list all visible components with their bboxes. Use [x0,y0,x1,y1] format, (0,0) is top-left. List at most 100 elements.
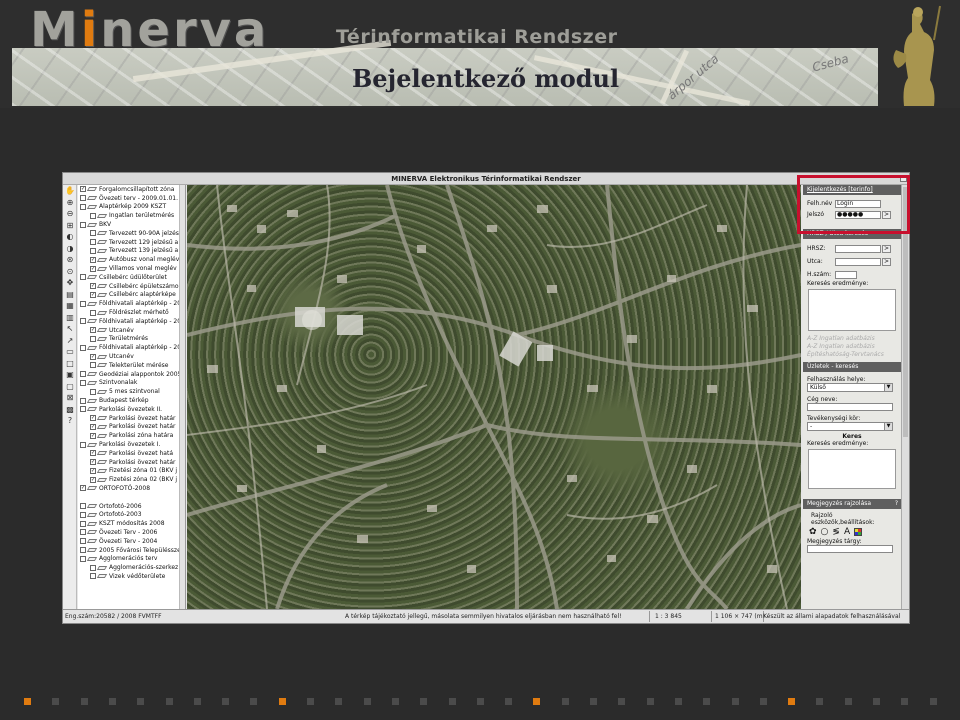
checkbox-icon[interactable] [90,239,96,246]
draw-circle-icon[interactable]: ○ [821,527,829,537]
layer-item[interactable]: Agglomerációs terv [78,554,185,563]
layer-item[interactable]: Budapest térkép [78,396,185,405]
checkbox-checked-icon[interactable]: ✓ [80,485,86,492]
hand-icon[interactable]: ✋ [64,186,76,197]
help-icon[interactable]: ? [64,416,76,427]
layer-item[interactable]: Övezeti Terv - 2004 [78,537,185,546]
layer-item[interactable]: Területmérés [78,335,185,344]
checkbox-icon[interactable] [80,547,86,554]
layer-item[interactable]: ✓ Utcanév [78,326,185,335]
street-search-button[interactable]: > [882,257,891,266]
checkbox-icon[interactable] [80,529,86,536]
select-icon[interactable]: ↖ [64,324,76,335]
shop-results-list[interactable] [808,449,896,489]
layer-item[interactable]: ✓ Parkolási övezet hatá [78,449,185,458]
checkbox-checked-icon[interactable]: ✓ [90,432,96,439]
checkbox-checked-icon[interactable]: ✓ [90,283,96,290]
layer-item[interactable]: ✓ Autóbusz vonal meglév [78,255,185,264]
layer-item[interactable]: Geodéziai alappontok 2005 [78,370,185,379]
checkbox-icon[interactable] [90,362,96,369]
layer-tree-scrollbar[interactable] [179,185,185,609]
layer-item[interactable]: Földhivatali alaptérkép - 20 [78,299,185,308]
checkbox-checked-icon[interactable]: ✓ [90,415,96,422]
buffer-icon[interactable]: □ [64,359,76,370]
draw-line-icon[interactable]: ≶ [832,527,840,537]
faint-link[interactable]: A-Z Ingatlan adatbázis [803,343,901,351]
checkbox-checked-icon[interactable]: ✓ [90,256,96,263]
checkbox-checked-icon[interactable]: ✓ [90,459,96,466]
draw-text-icon[interactable]: A [844,527,850,537]
orthophoto-map[interactable] [187,185,801,609]
hrsz-results-list[interactable] [808,289,896,331]
checkbox-icon[interactable] [90,335,96,342]
clear-icon[interactable]: ⊠ [64,393,76,404]
checkbox-icon[interactable] [90,564,96,571]
hrsz-input[interactable] [835,244,881,253]
layer-item[interactable]: Telekterület mérése [78,361,185,370]
checkbox-checked-icon[interactable]: ✓ [90,291,96,298]
checkbox-icon[interactable] [90,309,96,316]
checkbox-icon[interactable] [80,300,86,307]
checkbox-icon[interactable] [80,195,86,202]
layer-item[interactable]: ✓ Parkolási övezet határ [78,414,185,423]
checkbox-icon[interactable] [80,538,86,545]
checkbox-icon[interactable] [80,555,86,562]
checkbox-icon[interactable] [80,274,86,281]
layer-item[interactable]: Övezeti Terv - 2006 [78,528,185,537]
activity-select[interactable]: - ▼ [807,422,893,431]
layer-item[interactable]: ✓ Csillebérc épületszámo [78,282,185,291]
checkbox-icon[interactable] [80,379,86,386]
shop-search-button[interactable]: Keres [803,431,901,440]
layer-item[interactable]: Agglomerációs-szerkez [78,563,185,572]
zoom-full-icon[interactable]: ⊛ [64,255,76,266]
layer-icon[interactable]: ▢ [64,382,76,393]
measure-icon[interactable]: ▤ [64,290,76,301]
layer-item[interactable]: Földhivatali alaptérkép - 20 [78,343,185,352]
checkbox-checked-icon[interactable]: ✓ [90,327,96,334]
zoom-prev-icon[interactable]: ◐ [64,232,76,243]
select-area-icon[interactable]: ↗ [64,336,76,347]
layer-item[interactable]: Parkolási övezetek I. [78,440,185,449]
checkbox-icon[interactable] [80,221,86,228]
layer-item[interactable]: Ortofotó-2003 [78,510,185,519]
info-icon[interactable]: ▦ [64,301,76,312]
checkbox-icon[interactable] [80,397,86,404]
layer-item[interactable]: ✓ ORTOFOTÓ-2008 [78,484,185,493]
layer-item[interactable]: KSZT módosítás 2008 [78,519,185,528]
checkbox-icon[interactable] [90,247,96,254]
checkbox-icon[interactable] [80,503,86,510]
layer-item[interactable]: Parkolási övezetek II. [78,405,185,414]
layer-item[interactable]: Földhivatali alaptérkép - 20 [78,317,185,326]
house-number-input[interactable] [835,270,857,279]
checkbox-icon[interactable] [80,520,86,527]
layer-item[interactable]: 5 mes szintvonal [78,387,185,396]
checkbox-icon[interactable] [80,511,86,518]
zoom-next-icon[interactable]: ◑ [64,244,76,255]
checkbox-icon[interactable] [80,318,86,325]
layer-item[interactable]: Övezeti terv - 2009.01.01. [78,194,185,203]
zoom-rect-icon[interactable]: ⊞ [64,221,76,232]
print-icon[interactable]: ▥ [64,313,76,324]
faint-link[interactable]: A-Z Ingatlan adatbázis [803,335,901,343]
layer-item[interactable]: Alaptérkép 2009 KSZT [78,203,185,212]
ruler-icon[interactable]: ▭ [64,347,76,358]
draw-polygon-icon[interactable]: ✿ [809,527,817,537]
layer-item[interactable]: ✓ Parkolási övezet határ [78,458,185,467]
checkbox-icon[interactable] [80,344,86,351]
note-subject-input[interactable] [807,545,893,553]
layer-item[interactable]: ✓ Parkolási övezet határ [78,423,185,432]
checkbox-icon[interactable] [90,230,96,237]
panel-scrollbar[interactable] [901,185,909,609]
layer-item[interactable]: Csillebérc üdülőterület [78,273,185,282]
checkbox-icon[interactable] [80,371,86,378]
note-help-button[interactable]: ? [895,499,898,509]
layer-item[interactable]: 2005 Fővárosi Településszerk [78,546,185,555]
company-name-input[interactable] [807,403,893,411]
layer-item[interactable]: ✓ Csillebérc alaptérképe [78,291,185,300]
usage-place-select[interactable]: Külső ▼ [807,383,893,392]
checkbox-checked-icon[interactable]: ✓ [90,476,96,483]
layer-item[interactable]: Ingatlan területmérés [78,211,185,220]
checkbox-icon[interactable] [80,441,86,448]
checkbox-checked-icon[interactable]: ✓ [90,467,96,474]
layer-item[interactable]: Vizek védőterülete [78,572,185,581]
